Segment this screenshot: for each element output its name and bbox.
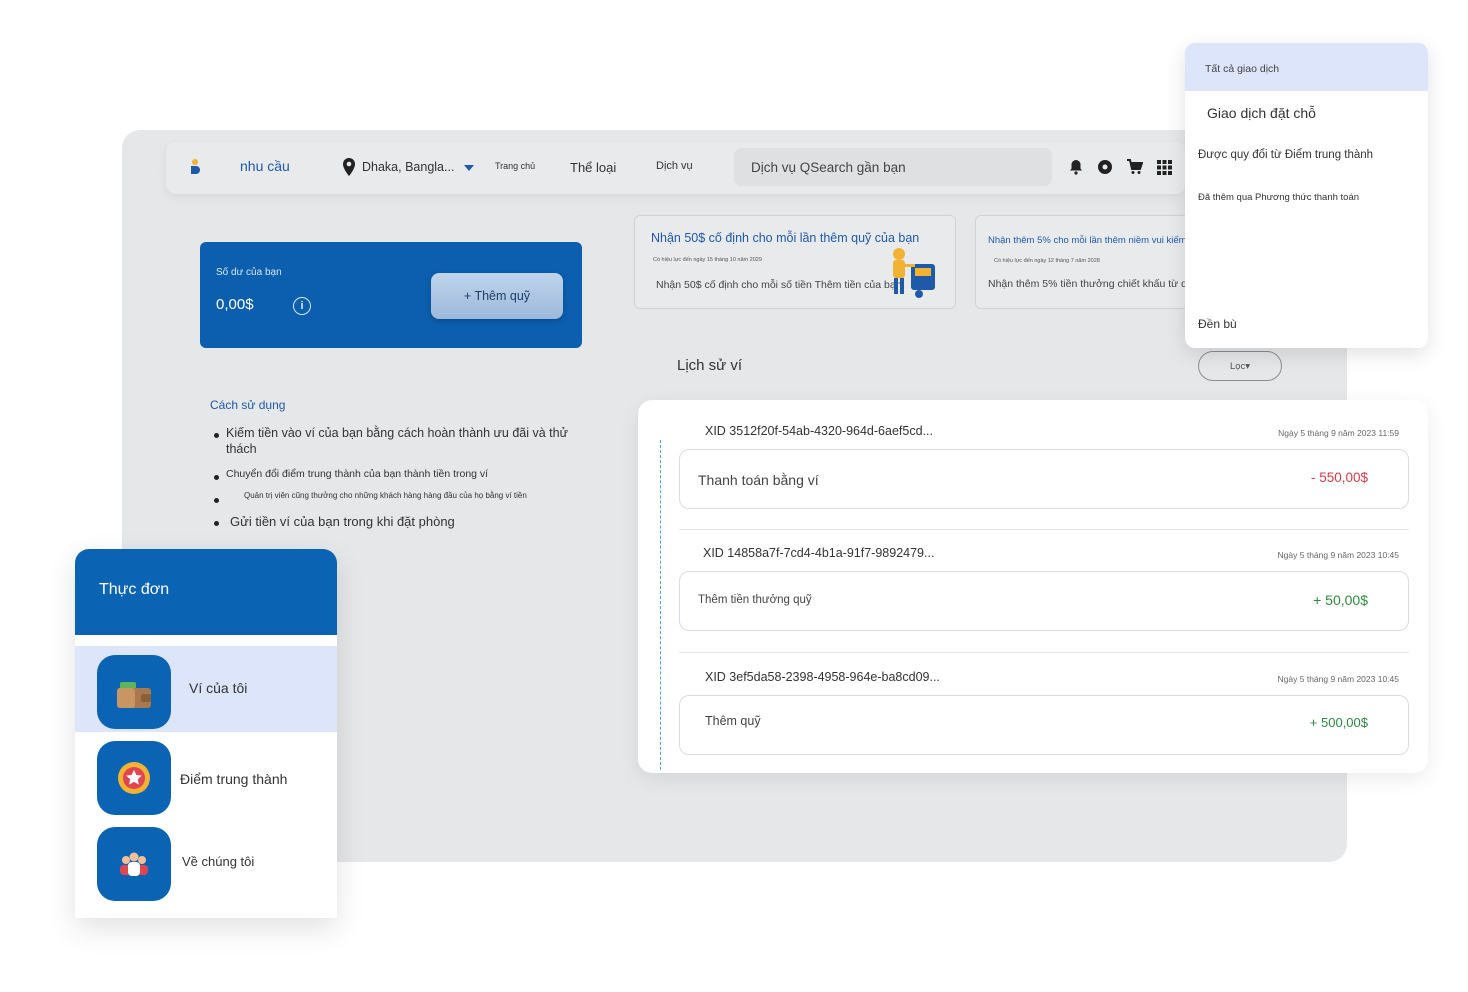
dropdown-item-booking[interactable]: Giao dịch đặt chỗ (1185, 103, 1428, 133)
transaction-card[interactable]: Thanh toán bằng ví - 550,00$ (679, 449, 1409, 509)
promo-title: Nhận 50$ cố định cho mỗi lần thêm quỹ củ… (651, 231, 920, 245)
menu-header: Thực đơn (75, 549, 337, 635)
transaction-id: XID 3512f20f-54ab-4320-964d-6aef5cd... (705, 424, 933, 438)
divider (679, 652, 1409, 653)
loyalty-badge-icon (97, 741, 171, 815)
dropdown-item-label: Được quy đổi từ Điểm trung thành (1198, 149, 1374, 161)
balance-card: Số dư của bạn 0,00$ i + Thêm quỹ (200, 242, 582, 348)
chevron-down-icon[interactable] (464, 165, 474, 171)
location-pin-icon (342, 158, 356, 176)
transaction-desc: Thêm quỹ (705, 714, 761, 728)
howto-item: Chuyển đổi điểm trung thành của bạn thàn… (212, 468, 572, 481)
transaction-amount: - 550,00$ (1310, 470, 1368, 485)
add-funds-button[interactable]: + Thêm quỹ (431, 273, 563, 319)
history-title: Lịch sử ví (677, 357, 743, 374)
dropdown-item-label: Đền bù (1198, 317, 1237, 331)
nav-link-service[interactable]: Dịch vụ (656, 160, 693, 172)
nav-brand-text[interactable]: nhu cầu (240, 158, 290, 174)
delivery-person-icon (885, 244, 945, 304)
howto-item: Kiếm tiền vào ví của bạn bằng cách hoàn … (212, 426, 572, 457)
promo-card[interactable]: Nhận 50$ cố định cho mỗi lần thêm quỹ củ… (634, 215, 956, 309)
balance-label: Số dư của bạn (216, 267, 282, 278)
promo-validity: Có hiệu lực đến ngày 15 tháng 10 năm 202… (653, 257, 762, 263)
transaction-id: XID 3ef5da58-2398-4958-964e-ba8cd09... (705, 670, 940, 684)
nav-link-category[interactable]: Thể loại (570, 160, 616, 175)
howto-title: Cách sử dụng (210, 398, 286, 412)
howto-item: Gửi tiền ví của bạn trong khi đặt phòng (212, 514, 572, 530)
howto-list: Kiếm tiền vào ví của bạn bằng cách hoàn … (212, 426, 572, 531)
wallet-icon (97, 655, 171, 729)
nav-link-home[interactable]: Trang chủ (495, 161, 535, 171)
promo-title: Nhận thêm 5% cho mỗi lần thêm niềm vui k… (988, 235, 1194, 246)
transaction-desc: Thanh toán bằng ví (698, 472, 819, 488)
howto-item: Quản trị viên cũng thưởng cho những khác… (212, 491, 572, 504)
transaction-card[interactable]: Thêm quỹ + 500,00$ (679, 695, 1409, 755)
timeline-line (660, 440, 661, 770)
transaction-amount: + 500,00$ (1309, 715, 1368, 730)
dropdown-item-compensation[interactable]: Đền bù (1185, 315, 1428, 341)
transaction-date: Ngày 5 tháng 9 năm 2023 10:45 (1277, 674, 1399, 684)
dropdown-item-label: Tất cả giao dịch (1205, 63, 1280, 75)
filter-button[interactable]: Lọc▾ (1198, 351, 1282, 381)
divider (679, 529, 1409, 530)
promo-validity: Có hiệu lực đến ngày 12 tháng 7 năm 2028 (994, 258, 1100, 264)
search-input[interactable] (734, 148, 1052, 186)
location-selector[interactable]: Dhaka, Bangla... (362, 160, 454, 174)
menu-item-wallet[interactable]: Ví của tôi (75, 646, 337, 732)
transaction-date: Ngày 5 tháng 9 năm 2023 11:59 (1278, 428, 1399, 438)
transaction-amount: + 50,00$ (1313, 592, 1368, 608)
dropdown-item-payment[interactable]: Đã thêm qua Phương thức thanh toán (1185, 190, 1428, 218)
dropdown-item-loyalty[interactable]: Được quy đổi từ Điểm trung thành (1185, 147, 1428, 177)
top-navbar: nhu cầu Dhaka, Bangla... Trang chủ Thể l… (166, 142, 1186, 194)
transaction-card[interactable]: Thêm tiền thưởng quỹ + 50,00$ (679, 571, 1409, 631)
menu-item-label: Ví của tôi (189, 680, 248, 696)
team-icon (97, 827, 171, 901)
bell-icon[interactable] (1066, 157, 1086, 177)
promo-desc: Nhận 50$ cố định cho mỗi số tiền Thêm ti… (656, 279, 902, 291)
dropdown-item-label: Đã thêm qua Phương thức thanh toán (1198, 192, 1360, 203)
transaction-desc: Thêm tiền thưởng quỹ (698, 594, 812, 606)
menu-item-about[interactable]: Về chúng tôi (75, 818, 337, 904)
menu-item-loyalty[interactable]: Điểm trung thành (75, 732, 337, 818)
transaction-panel: XID 3512f20f-54ab-4320-964d-6aef5cd... N… (638, 400, 1428, 773)
promo-desc: Nhận thêm 5% tiền thưởng chiết khấu từ q… (988, 278, 1194, 290)
menu-card: Thực đơn Ví của tôi Điểm trung thành Về … (75, 549, 337, 918)
brand-logo-icon[interactable] (188, 158, 202, 178)
cart-icon[interactable] (1124, 157, 1144, 177)
transaction-id: XID 14858a7f-7cd4-4b1a-91f7-9892479... (703, 546, 935, 560)
settings-icon[interactable] (1095, 157, 1115, 177)
balance-value: 0,00$ (216, 296, 254, 313)
menu-title: Thực đơn (99, 581, 170, 598)
stage: nhu cầu Dhaka, Bangla... Trang chủ Thể l… (0, 0, 1468, 992)
transaction-filter-dropdown: Tất cả giao dịch Giao dịch đặt chỗ Được … (1185, 43, 1428, 348)
apps-grid-icon[interactable] (1154, 157, 1174, 177)
info-icon[interactable]: i (293, 297, 311, 315)
dropdown-item-label: Giao dịch đặt chỗ (1207, 105, 1316, 121)
menu-item-label: Điểm trung thành (180, 771, 288, 787)
menu-item-label: Về chúng tôi (182, 854, 255, 869)
promo-card[interactable]: Nhận thêm 5% cho mỗi lần thêm niềm vui k… (975, 215, 1195, 309)
dropdown-item-all[interactable]: Tất cả giao dịch (1185, 43, 1428, 91)
transaction-date: Ngày 5 tháng 9 năm 2023 10:45 (1277, 550, 1399, 560)
